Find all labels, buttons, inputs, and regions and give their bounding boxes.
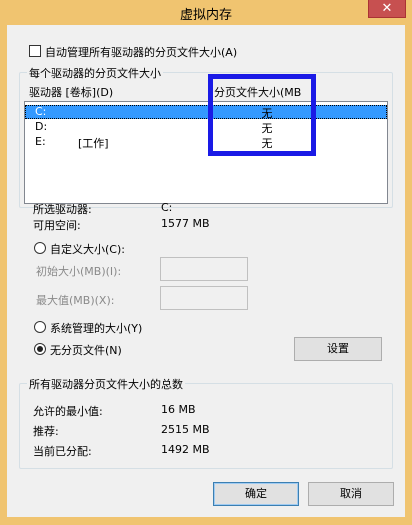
auto-manage-checkbox[interactable]: [29, 45, 41, 57]
no-paging-file-label[interactable]: 无分页文件(N): [50, 342, 122, 358]
currently-allocated-label: 当前已分配:: [33, 445, 92, 458]
min-allowed-value: 16 MB: [161, 403, 196, 416]
custom-size-label[interactable]: 自定义大小(C):: [50, 241, 125, 257]
system-managed-radio[interactable]: [34, 321, 46, 333]
set-button[interactable]: 设置: [294, 337, 382, 361]
dialog-body: 自动管理所有驱动器的分页文件大小(A) 每个驱动器的分页文件大小 驱动器 [卷标…: [7, 25, 405, 517]
drive-group-legend: 每个驱动器的分页文件大小: [27, 65, 163, 81]
drive-letter: E:: [35, 135, 46, 148]
free-space-label: 可用空间:: [33, 219, 81, 232]
initial-size-label: 初始大小(MB)(I):: [36, 265, 122, 278]
drive-volume-label: [工作]: [78, 137, 109, 150]
window-title: 虚拟内存: [179, 8, 232, 23]
drive-letter: C:: [35, 105, 47, 118]
currently-allocated-value: 1492 MB: [161, 443, 210, 456]
no-paging-file-radio[interactable]: [34, 343, 46, 355]
drive-column-header: 驱动器 [卷标](D): [29, 86, 114, 99]
initial-size-input[interactable]: [160, 257, 248, 281]
ok-button[interactable]: 确定: [213, 482, 299, 506]
auto-manage-label[interactable]: 自动管理所有驱动器的分页文件大小(A): [45, 44, 237, 60]
min-allowed-label: 允许的最小值:: [33, 405, 103, 418]
drive-row-d[interactable]: D: 无: [25, 120, 387, 135]
title-bar[interactable]: 虚拟内存 ✕: [0, 0, 412, 24]
totals-group-legend: 所有驱动器分页文件大小的总数: [27, 376, 185, 392]
cancel-button[interactable]: 取消: [308, 482, 394, 506]
recommended-label: 推荐:: [33, 425, 59, 438]
drive-row-c[interactable]: C: 无: [25, 105, 387, 120]
custom-size-radio[interactable]: [34, 242, 46, 254]
free-space-value: 1577 MB: [161, 217, 210, 230]
system-managed-label[interactable]: 系统管理的大小(Y): [50, 320, 142, 336]
recommended-value: 2515 MB: [161, 423, 210, 436]
selected-drive-value: C:: [161, 201, 173, 214]
drive-letter: D:: [35, 120, 48, 133]
max-size-input[interactable]: [160, 286, 248, 310]
close-icon[interactable]: ✕: [368, 0, 406, 18]
annotation-highlight-box: [208, 74, 316, 156]
drive-listbox[interactable]: C: 无 D: 无 E: [工作] 无: [24, 101, 388, 204]
max-size-label: 最大值(MB)(X):: [36, 294, 115, 307]
drive-row-e[interactable]: E: [工作] 无: [25, 135, 387, 150]
selected-drive-label: 所选驱动器:: [33, 203, 92, 216]
